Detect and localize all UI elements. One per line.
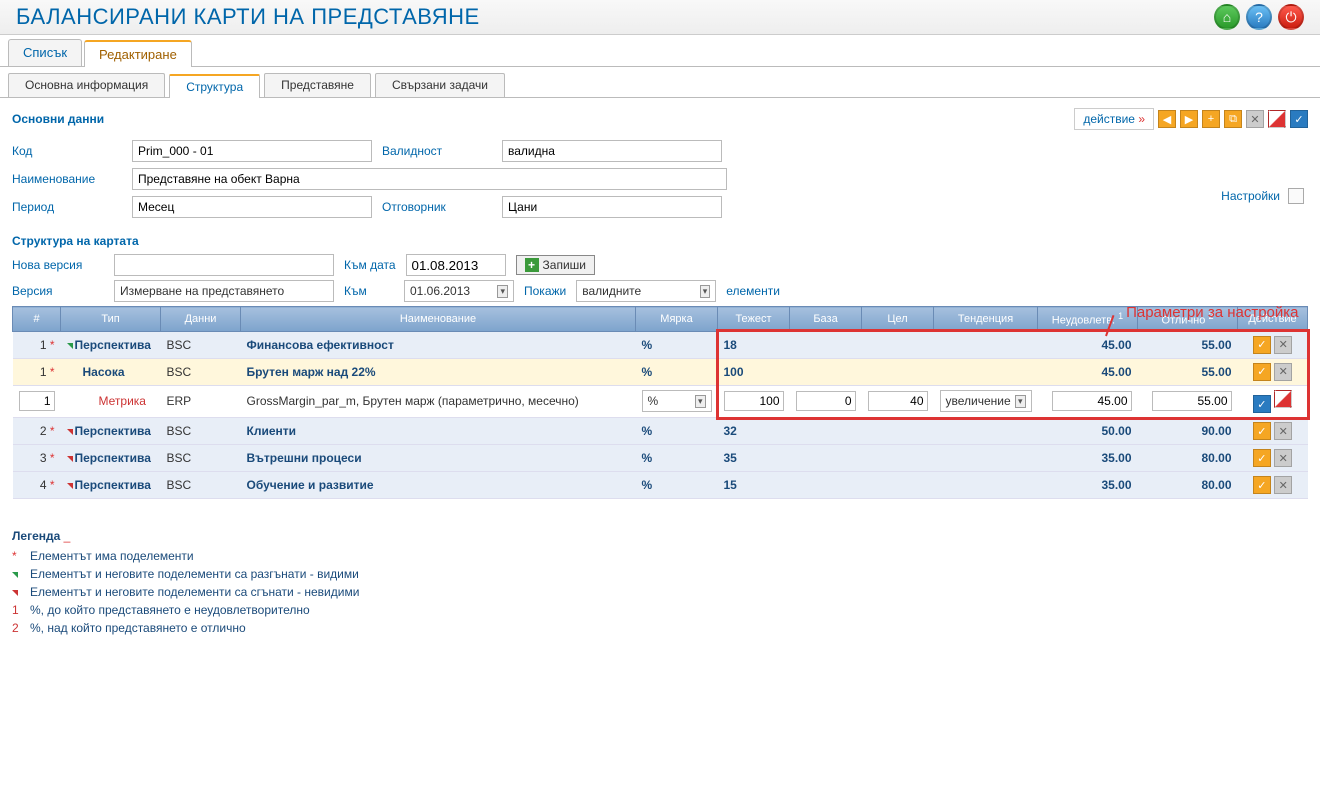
row-confirm-icon[interactable]: ✓ [1253, 395, 1271, 413]
legend-star: Елементът има поделементи [30, 549, 194, 563]
inner-tab-tasks[interactable]: Свързани задачи [375, 73, 505, 97]
table-row: 4 * Перспектива BSC Обучение и развитие … [13, 472, 1308, 499]
save-button[interactable]: +Запиши [516, 255, 595, 275]
input-period[interactable] [132, 196, 372, 218]
input-code[interactable] [132, 140, 372, 162]
table-row: 3 * Перспектива BSC Вътрешни процеси % 3… [13, 445, 1308, 472]
row-delete-icon[interactable]: ✕ [1274, 336, 1292, 354]
discard-icon[interactable] [1268, 110, 1286, 128]
target-input[interactable] [868, 391, 928, 411]
home-icon[interactable]: ⌂ [1214, 4, 1240, 30]
base-input[interactable] [796, 391, 856, 411]
row-edit-icon[interactable]: ✓ [1253, 336, 1271, 354]
row-edit-icon[interactable]: ✓ [1253, 476, 1271, 494]
inner-tab-structure[interactable]: Структура [169, 74, 260, 98]
add-icon[interactable]: + [1202, 110, 1220, 128]
label-period: Период [12, 200, 122, 214]
structure-table: # Тип Данни Наименование Мярка Тежест Ба… [12, 306, 1308, 499]
nav-prev-icon[interactable]: ◀ [1158, 110, 1176, 128]
label-new-version: Нова версия [12, 258, 104, 272]
tab-list[interactable]: Списък [8, 39, 82, 66]
th-num: # [13, 307, 61, 332]
th-data: Данни [161, 307, 241, 332]
tab-edit[interactable]: Редактиране [84, 40, 192, 67]
row-edit-icon[interactable]: ✓ [1253, 422, 1271, 440]
row-discard-icon[interactable] [1274, 390, 1292, 408]
section-basic-data: Основни данни [12, 112, 104, 126]
select-version[interactable]: Измерване на представянето [114, 280, 334, 302]
section-card-structure: Структура на картата [12, 234, 1308, 248]
input-name[interactable] [132, 168, 727, 190]
th-excellent: Отлично 2 [1138, 307, 1238, 332]
label-validity: Валидност [382, 144, 492, 158]
inner-tab-presentation[interactable]: Представяне [264, 73, 371, 97]
select-to[interactable]: 01.06.2013▾ [404, 280, 514, 302]
table-row: 2 * Перспектива BSC Клиенти % 32 50.00 9… [13, 418, 1308, 445]
label-to-date: Към дата [344, 258, 396, 272]
row-delete-icon[interactable]: ✕ [1274, 422, 1292, 440]
th-target: Цел [862, 307, 934, 332]
th-base: База [790, 307, 862, 332]
row-edit-icon[interactable]: ✓ [1253, 449, 1271, 467]
input-responsible[interactable] [502, 196, 722, 218]
legend-two: %, над който представянето е отлично [30, 621, 246, 635]
label-code: Код [12, 144, 122, 158]
input-validity[interactable] [502, 140, 722, 162]
label-version: Версия [12, 284, 104, 298]
settings-checkbox[interactable] [1288, 188, 1304, 204]
weight-input[interactable] [724, 391, 784, 411]
row-delete-icon[interactable]: ✕ [1274, 449, 1292, 467]
label-responsible: Отговорник [382, 200, 492, 214]
excellent-input[interactable] [1152, 391, 1232, 411]
nav-next-icon[interactable]: ▶ [1180, 110, 1198, 128]
close-icon[interactable]: ✕ [1246, 110, 1264, 128]
th-weight: Тежест [718, 307, 790, 332]
row-edit-icon[interactable]: ✓ [1253, 363, 1271, 381]
copy-icon[interactable]: ⧉ [1224, 110, 1242, 128]
input-to-date[interactable] [406, 254, 506, 276]
inner-tab-info[interactable]: Основна информация [8, 73, 165, 97]
label-to: Към [344, 284, 394, 298]
action-menu[interactable]: действие » [1074, 108, 1154, 130]
table-row: 1 * Насока BSC Брутен марж над 22% % 100… [13, 358, 1308, 385]
th-measure: Мярка [636, 307, 718, 332]
trend-select[interactable]: увеличение▾ [940, 390, 1032, 412]
legend-one: %, до който представянето е неудовлетвор… [30, 603, 310, 617]
row-index-input[interactable] [19, 391, 55, 411]
legend-green: Елементът и неговите поделементи са разг… [30, 567, 359, 581]
confirm-icon[interactable]: ✓ [1290, 110, 1308, 128]
show-link[interactable]: Покажи [524, 284, 566, 298]
unsat-input[interactable] [1052, 391, 1132, 411]
table-row: 1 * Перспектива BSC Финансова ефективнос… [13, 331, 1308, 358]
settings-label: Настройки [1221, 189, 1280, 203]
legend-title: Легенда [12, 529, 60, 543]
th-type: Тип [61, 307, 161, 332]
elements-link[interactable]: елементи [726, 284, 780, 298]
input-new-version[interactable] [114, 254, 334, 276]
power-icon[interactable]: ⏻ [1278, 4, 1304, 30]
legend-red: Елементът и неговите поделементи са сгън… [30, 585, 359, 599]
th-trend: Тенденция [934, 307, 1038, 332]
th-unsat: Неудовлетв. 1 [1038, 307, 1138, 332]
label-name: Наименование [12, 172, 122, 186]
select-show[interactable]: валидните▾ [576, 280, 716, 302]
row-delete-icon[interactable]: ✕ [1274, 476, 1292, 494]
measure-select[interactable]: %▾ [642, 390, 712, 412]
th-action: Действие [1238, 307, 1308, 332]
row-delete-icon[interactable]: ✕ [1274, 363, 1292, 381]
help-icon[interactable]: ? [1246, 4, 1272, 30]
table-row: Метрика ERP GrossMargin_par_m, Брутен ма… [13, 385, 1308, 418]
th-name: Наименование [241, 307, 636, 332]
page-title: БАЛАНСИРАНИ КАРТИ НА ПРЕДСТАВЯНЕ [16, 4, 480, 30]
